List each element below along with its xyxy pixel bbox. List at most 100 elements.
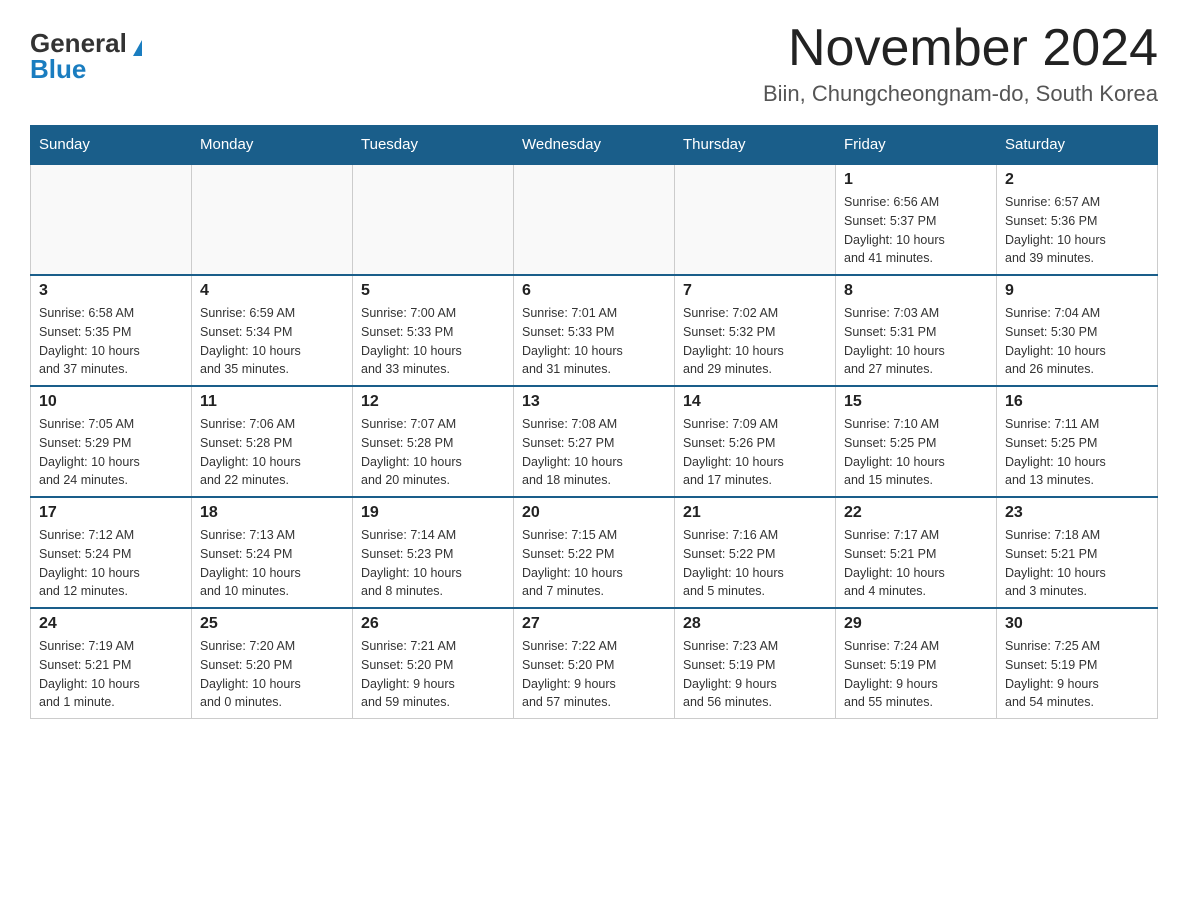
day-info: Sunrise: 7:15 AM Sunset: 5:22 PM Dayligh… bbox=[522, 526, 666, 601]
day-info: Sunrise: 7:01 AM Sunset: 5:33 PM Dayligh… bbox=[522, 304, 666, 379]
day-info: Sunrise: 7:05 AM Sunset: 5:29 PM Dayligh… bbox=[39, 415, 183, 490]
day-number: 4 bbox=[200, 282, 344, 300]
day-number: 10 bbox=[39, 393, 183, 411]
day-info: Sunrise: 6:56 AM Sunset: 5:37 PM Dayligh… bbox=[844, 193, 988, 268]
day-info: Sunrise: 7:04 AM Sunset: 5:30 PM Dayligh… bbox=[1005, 304, 1149, 379]
day-number: 29 bbox=[844, 615, 988, 633]
day-number: 27 bbox=[522, 615, 666, 633]
day-number: 9 bbox=[1005, 282, 1149, 300]
calendar-cell: 14 Sunrise: 7:09 AM Sunset: 5:26 PM Dayli… bbox=[675, 386, 836, 497]
day-info: Sunrise: 7:14 AM Sunset: 5:23 PM Dayligh… bbox=[361, 526, 505, 601]
week-row-1: 1Sunrise: 6:56 AM Sunset: 5:37 PM Daylig… bbox=[31, 164, 1158, 275]
day-number: 16 bbox=[1005, 393, 1149, 411]
logo: General Blue bbox=[30, 30, 142, 82]
day-number: 11 bbox=[200, 393, 344, 411]
day-info: Sunrise: 7:10 AM Sunset: 5:25 PM Dayligh… bbox=[844, 415, 988, 490]
day-number: 8 bbox=[844, 282, 988, 300]
day-number: 18 bbox=[200, 504, 344, 522]
day-info: Sunrise: 7:07 AM Sunset: 5:28 PM Dayligh… bbox=[361, 415, 505, 490]
week-row-2: 3Sunrise: 6:58 AM Sunset: 5:35 PM Daylig… bbox=[31, 275, 1158, 386]
day-info: Sunrise: 7:06 AM Sunset: 5:28 PM Dayligh… bbox=[200, 415, 344, 490]
weekday-header-wednesday: Wednesday bbox=[514, 126, 675, 165]
day-info: Sunrise: 7:19 AM Sunset: 5:21 PM Dayligh… bbox=[39, 637, 183, 712]
day-number: 28 bbox=[683, 615, 827, 633]
week-row-3: 10 Sunrise: 7:05 AM Sunset: 5:29 PM Dayli… bbox=[31, 386, 1158, 497]
calendar-cell: 26 Sunrise: 7:21 AM Sunset: 5:20 PM Dayli… bbox=[353, 608, 514, 719]
calendar-cell: 22 Sunrise: 7:17 AM Sunset: 5:21 PM Dayli… bbox=[836, 497, 997, 608]
day-number: 22 bbox=[844, 504, 988, 522]
calendar-cell: 27 Sunrise: 7:22 AM Sunset: 5:20 PM Dayli… bbox=[514, 608, 675, 719]
calendar-cell bbox=[514, 164, 675, 275]
calendar-cell: 19 Sunrise: 7:14 AM Sunset: 5:23 PM Dayli… bbox=[353, 497, 514, 608]
calendar-cell: 4 Sunrise: 6:59 AM Sunset: 5:34 PM Daylig… bbox=[192, 275, 353, 386]
calendar-cell: 9 Sunrise: 7:04 AM Sunset: 5:30 PM Daylig… bbox=[997, 275, 1158, 386]
day-info: Sunrise: 7:24 AM Sunset: 5:19 PM Dayligh… bbox=[844, 637, 988, 712]
subtitle: Biin, Chungcheongnam-do, South Korea bbox=[763, 81, 1158, 107]
week-row-5: 24 Sunrise: 7:19 AM Sunset: 5:21 PM Dayli… bbox=[31, 608, 1158, 719]
day-info: Sunrise: 7:16 AM Sunset: 5:22 PM Dayligh… bbox=[683, 526, 827, 601]
calendar-header: SundayMondayTuesdayWednesdayThursdayFrid… bbox=[31, 126, 1158, 165]
calendar-cell: 10 Sunrise: 7:05 AM Sunset: 5:29 PM Dayli… bbox=[31, 386, 192, 497]
day-info: Sunrise: 7:11 AM Sunset: 5:25 PM Dayligh… bbox=[1005, 415, 1149, 490]
weekday-row: SundayMondayTuesdayWednesdayThursdayFrid… bbox=[31, 126, 1158, 165]
day-info: Sunrise: 7:00 AM Sunset: 5:33 PM Dayligh… bbox=[361, 304, 505, 379]
calendar-cell: 30 Sunrise: 7:25 AM Sunset: 5:19 PM Dayli… bbox=[997, 608, 1158, 719]
calendar-cell: 6 Sunrise: 7:01 AM Sunset: 5:33 PM Daylig… bbox=[514, 275, 675, 386]
day-info: Sunrise: 7:08 AM Sunset: 5:27 PM Dayligh… bbox=[522, 415, 666, 490]
day-number: 30 bbox=[1005, 615, 1149, 633]
calendar-cell: 12 Sunrise: 7:07 AM Sunset: 5:28 PM Dayli… bbox=[353, 386, 514, 497]
calendar-cell: 16 Sunrise: 7:11 AM Sunset: 5:25 PM Dayli… bbox=[997, 386, 1158, 497]
day-info: Sunrise: 7:25 AM Sunset: 5:19 PM Dayligh… bbox=[1005, 637, 1149, 712]
calendar-cell: 3Sunrise: 6:58 AM Sunset: 5:35 PM Daylig… bbox=[31, 275, 192, 386]
calendar-cell: 20 Sunrise: 7:15 AM Sunset: 5:22 PM Dayli… bbox=[514, 497, 675, 608]
calendar-cell: 18Sunrise: 7:13 AM Sunset: 5:24 PM Dayli… bbox=[192, 497, 353, 608]
day-number: 3 bbox=[39, 282, 183, 300]
day-number: 12 bbox=[361, 393, 505, 411]
day-number: 15 bbox=[844, 393, 988, 411]
day-number: 23 bbox=[1005, 504, 1149, 522]
calendar-cell: 23Sunrise: 7:18 AM Sunset: 5:21 PM Dayli… bbox=[997, 497, 1158, 608]
day-number: 26 bbox=[361, 615, 505, 633]
day-info: Sunrise: 6:59 AM Sunset: 5:34 PM Dayligh… bbox=[200, 304, 344, 379]
calendar-body: 1Sunrise: 6:56 AM Sunset: 5:37 PM Daylig… bbox=[31, 164, 1158, 719]
day-info: Sunrise: 7:17 AM Sunset: 5:21 PM Dayligh… bbox=[844, 526, 988, 601]
day-info: Sunrise: 7:21 AM Sunset: 5:20 PM Dayligh… bbox=[361, 637, 505, 712]
calendar: SundayMondayTuesdayWednesdayThursdayFrid… bbox=[30, 125, 1158, 719]
main-title: November 2024 bbox=[763, 20, 1158, 77]
day-number: 7 bbox=[683, 282, 827, 300]
day-number: 6 bbox=[522, 282, 666, 300]
title-area: November 2024 Biin, Chungcheongnam-do, S… bbox=[763, 20, 1158, 107]
day-number: 24 bbox=[39, 615, 183, 633]
calendar-cell: 8 Sunrise: 7:03 AM Sunset: 5:31 PM Daylig… bbox=[836, 275, 997, 386]
week-row-4: 17 Sunrise: 7:12 AM Sunset: 5:24 PM Dayli… bbox=[31, 497, 1158, 608]
weekday-header-monday: Monday bbox=[192, 126, 353, 165]
day-number: 19 bbox=[361, 504, 505, 522]
day-number: 13 bbox=[522, 393, 666, 411]
day-number: 14 bbox=[683, 393, 827, 411]
header: General Blue November 2024 Biin, Chungch… bbox=[30, 20, 1158, 107]
day-info: Sunrise: 7:23 AM Sunset: 5:19 PM Dayligh… bbox=[683, 637, 827, 712]
day-info: Sunrise: 7:02 AM Sunset: 5:32 PM Dayligh… bbox=[683, 304, 827, 379]
calendar-cell: 15 Sunrise: 7:10 AM Sunset: 5:25 PM Dayli… bbox=[836, 386, 997, 497]
calendar-cell: 29 Sunrise: 7:24 AM Sunset: 5:19 PM Dayli… bbox=[836, 608, 997, 719]
day-number: 2 bbox=[1005, 171, 1149, 189]
weekday-header-tuesday: Tuesday bbox=[353, 126, 514, 165]
day-number: 21 bbox=[683, 504, 827, 522]
day-info: Sunrise: 7:03 AM Sunset: 5:31 PM Dayligh… bbox=[844, 304, 988, 379]
calendar-cell: 17 Sunrise: 7:12 AM Sunset: 5:24 PM Dayli… bbox=[31, 497, 192, 608]
weekday-header-thursday: Thursday bbox=[675, 126, 836, 165]
day-number: 20 bbox=[522, 504, 666, 522]
calendar-cell: 28 Sunrise: 7:23 AM Sunset: 5:19 PM Dayli… bbox=[675, 608, 836, 719]
calendar-cell bbox=[31, 164, 192, 275]
calendar-cell: 24 Sunrise: 7:19 AM Sunset: 5:21 PM Dayli… bbox=[31, 608, 192, 719]
day-info: Sunrise: 7:22 AM Sunset: 5:20 PM Dayligh… bbox=[522, 637, 666, 712]
day-number: 5 bbox=[361, 282, 505, 300]
day-info: Sunrise: 7:12 AM Sunset: 5:24 PM Dayligh… bbox=[39, 526, 183, 601]
logo-blue: Blue bbox=[30, 56, 86, 82]
calendar-cell: 5 Sunrise: 7:00 AM Sunset: 5:33 PM Daylig… bbox=[353, 275, 514, 386]
weekday-header-saturday: Saturday bbox=[997, 126, 1158, 165]
calendar-cell: 7 Sunrise: 7:02 AM Sunset: 5:32 PM Daylig… bbox=[675, 275, 836, 386]
day-number: 17 bbox=[39, 504, 183, 522]
day-info: Sunrise: 6:57 AM Sunset: 5:36 PM Dayligh… bbox=[1005, 193, 1149, 268]
day-info: Sunrise: 7:09 AM Sunset: 5:26 PM Dayligh… bbox=[683, 415, 827, 490]
